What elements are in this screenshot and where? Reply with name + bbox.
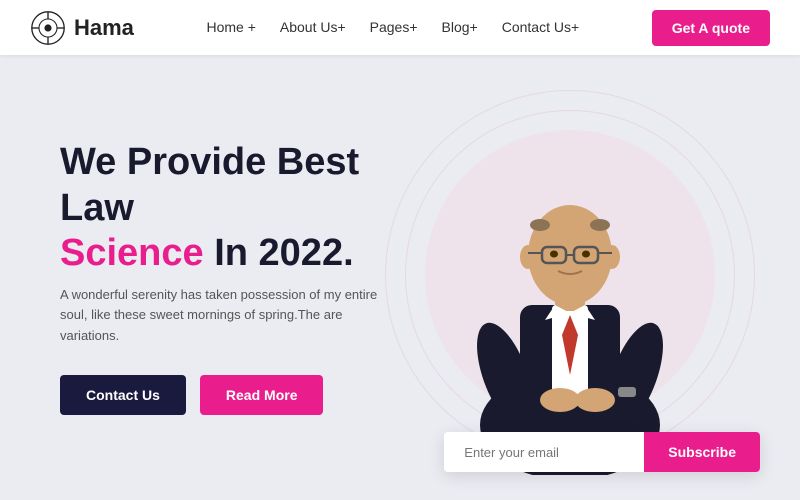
nav-item-about[interactable]: About Us+	[280, 19, 346, 35]
nav-item-contact[interactable]: Contact Us+	[502, 19, 579, 35]
nav-item-pages[interactable]: Pages+	[370, 19, 418, 35]
navbar: Hama Home + About Us+ Pages+ Blog+ Conta…	[0, 0, 800, 55]
hero-description: A wonderful serenity has taken possessio…	[60, 285, 400, 347]
logo[interactable]: Hama	[30, 10, 134, 46]
nav-menu: Home + About Us+ Pages+ Blog+ Contact Us…	[206, 19, 579, 37]
logo-text: Hama	[74, 15, 134, 41]
hero-image-area	[400, 75, 740, 475]
logo-icon	[30, 10, 66, 46]
get-quote-button[interactable]: Get A quote	[652, 10, 770, 46]
hero-content: We Provide Best Law Science In 2022. A w…	[0, 140, 460, 415]
hero-title-line1: We Provide Best Law	[60, 141, 359, 229]
subscribe-bar: Subscribe	[444, 432, 760, 472]
hero-buttons: Contact Us Read More	[60, 375, 400, 415]
read-more-button[interactable]: Read More	[200, 375, 324, 415]
hero-title-accent: Science	[60, 232, 204, 274]
hero-title: We Provide Best Law Science In 2022.	[60, 140, 400, 277]
nav-item-blog[interactable]: Blog+	[442, 19, 478, 35]
person-image	[440, 135, 700, 475]
email-input[interactable]	[444, 432, 644, 472]
subscribe-button[interactable]: Subscribe	[644, 432, 760, 472]
contact-us-button[interactable]: Contact Us	[60, 375, 186, 415]
hero-section: We Provide Best Law Science In 2022. A w…	[0, 55, 800, 500]
hero-title-line2: In 2022.	[204, 232, 354, 274]
nav-item-home[interactable]: Home +	[206, 19, 255, 35]
